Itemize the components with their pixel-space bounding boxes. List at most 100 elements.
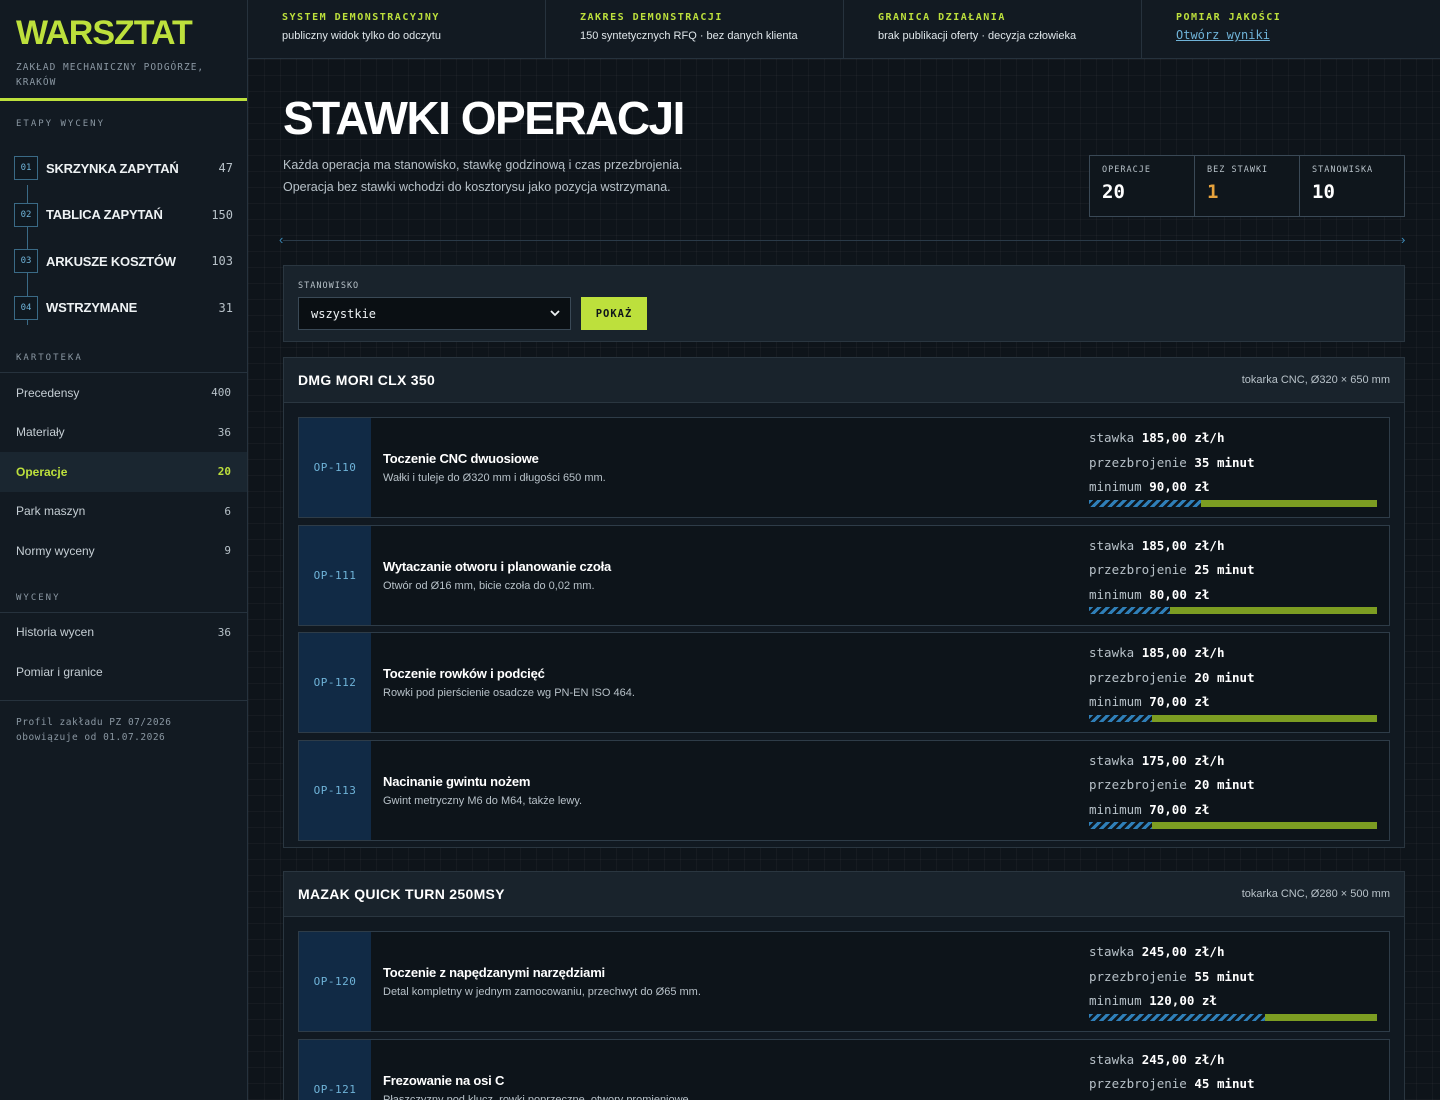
- setup-share-fill: [1089, 499, 1202, 507]
- brand-subtitle: ZAKŁAD MECHANICZNY PODGÓRZE, KRAKÓW: [16, 62, 205, 88]
- operation-title: Toczenie CNC dwuosiowe: [383, 451, 539, 466]
- minimum-label: minimum: [1089, 694, 1142, 709]
- minimum-value: 70,00 zł: [1149, 801, 1210, 817]
- operation-card[interactable]: OP-120 Toczenie z napędzanymi narzędziami…: [298, 931, 1390, 1032]
- minimum-value: 90,00 zł: [1149, 479, 1210, 494]
- setup-share-bar: [1089, 607, 1377, 614]
- sidebar-item-quote-history[interactable]: Historia wycen 36: [0, 613, 247, 653]
- operation-body: Wytaczanie otworu i planowanie czoła Otwó…: [371, 526, 1089, 625]
- filter-panel: STANOWISKO wszystkie POKAŻ: [283, 265, 1405, 342]
- operation-title: Wytaczanie otworu i planowanie czoła: [383, 558, 612, 574]
- nav-count: 36: [217, 425, 231, 439]
- sidebar: WARSZTAT ZAKŁAD MECHANICZNY PODGÓRZE, KR…: [0, 0, 248, 1100]
- rate-label: stawka: [1089, 430, 1135, 445]
- stage-item-inbox[interactable]: 01 SKRZYNKA ZAPYTAŃ 47: [0, 145, 247, 192]
- operation-code: OP-120: [299, 932, 371, 1031]
- stage-label: SKRZYNKA ZAPYTAŃ: [46, 160, 179, 176]
- stage-count: 150: [211, 207, 233, 222]
- rate-line: stawka 245,00 zł/h: [1089, 944, 1377, 969]
- rate-value: 175,00 zł/h: [1141, 752, 1225, 768]
- workstation-name: MAZAK QUICK TURN 250MSY: [298, 886, 505, 902]
- setup-line: przezbrojenie 25 minut: [1089, 562, 1377, 587]
- operation-title: Toczenie rowków i podcięć: [383, 666, 545, 681]
- setup-share-bar: [1089, 499, 1377, 507]
- operation-card[interactable]: OP-113 Nacinanie gwintu nożem Gwint metryc…: [298, 739, 1390, 841]
- stage-count: 47: [218, 161, 233, 176]
- operation-card[interactable]: OP-112 Toczenie rowków i podcięć Rowki pod…: [298, 632, 1390, 733]
- operation-code: OP-121: [299, 1039, 371, 1100]
- minimum-label: minimum: [1089, 993, 1142, 1008]
- sidebar-item-operations[interactable]: Operacje 20: [0, 452, 247, 492]
- info-heading: POMIAR JAKOŚCI: [1176, 12, 1282, 23]
- stage-number: 02: [14, 202, 38, 227]
- operation-description: Rowki pod pierścienie osadcze wg PN-EN I…: [383, 687, 635, 699]
- operation-title: Nacinanie gwintu nożem: [383, 773, 531, 789]
- profile-note: Profil zakładu PZ 07/2026 obowiązuje od …: [0, 701, 247, 759]
- info-text: publiczny widok tylko do odczytu: [282, 30, 441, 42]
- sidebar-item-machines[interactable]: Park maszyn 6: [0, 492, 247, 532]
- setup-value: 55 minut: [1194, 968, 1255, 984]
- profile-line: Profil zakładu PZ 07/2026: [16, 716, 172, 728]
- rate-value: 185,00 zł/h: [1141, 430, 1225, 445]
- setup-label: przezbrojenie: [1089, 968, 1187, 984]
- stat-value: 10: [1312, 181, 1335, 203]
- open-results-link[interactable]: Otwórz wyniki: [1176, 28, 1270, 42]
- setup-line: przezbrojenie 45 minut: [1089, 1076, 1377, 1100]
- stats-panel: OPERACJE 20 BEZ STAWKI 1 STANOWISKA 10: [1089, 155, 1405, 217]
- stage-item-cost-sheets[interactable]: 03 ARKUSZE KOSZTÓW 103: [0, 238, 247, 285]
- brand-title[interactable]: WARSZTAT: [16, 16, 231, 50]
- workstation-header: MAZAK QUICK TURN 250MSY tokarka CNC, Ø280…: [284, 872, 1404, 917]
- setup-line: przezbrojenie 20 minut: [1089, 670, 1377, 695]
- operation-card[interactable]: OP-111 Wytaczanie otworu i planowanie czo…: [298, 524, 1390, 626]
- top-info-bar: SYSTEM DEMONSTRACYJNY publiczny widok ty…: [248, 0, 1440, 59]
- operation-metrics: stawka 175,00 zł/h przezbrojenie 20 minut…: [1089, 741, 1389, 840]
- workstation-group: DMG MORI CLX 350 tokarka CNC, Ø320 × 650 …: [283, 357, 1405, 848]
- operation-metrics: stawka 245,00 zł/h przezbrojenie 55 minut…: [1089, 932, 1389, 1031]
- rate-label: stawka: [1089, 752, 1135, 768]
- sidebar-item-materials[interactable]: Materiały 36: [0, 413, 247, 453]
- operation-title: Frezowanie na osi C: [383, 1072, 505, 1088]
- sidebar-item-measurement[interactable]: Pomiar i granice: [0, 652, 247, 692]
- stage-label: WSTRZYMANE: [46, 300, 138, 316]
- workstation-header: DMG MORI CLX 350 tokarka CNC, Ø320 × 650 …: [284, 358, 1404, 403]
- stage-number: 04: [14, 295, 38, 320]
- rate-label: stawka: [1089, 645, 1135, 660]
- operation-card[interactable]: OP-121 Frezowanie na osi C Płaszczyzny pod…: [298, 1038, 1390, 1100]
- stage-item-board[interactable]: 02 TABLICA ZAPYTAŃ 150: [0, 192, 247, 239]
- workstation-select[interactable]: wszystkie: [298, 297, 571, 330]
- stat-label: STANOWISKA: [1312, 165, 1374, 175]
- workstation-name: DMG MORI CLX 350: [298, 372, 436, 388]
- setup-share-bar: [1089, 822, 1377, 829]
- operation-metrics: stawka 185,00 zł/h przezbrojenie 20 minut…: [1089, 633, 1389, 732]
- info-text: brak publikacji oferty · decyzja człowie…: [878, 30, 1077, 42]
- rate-line: stawka 185,00 zł/h: [1089, 538, 1377, 563]
- minimum-value: 120,00 zł: [1149, 993, 1217, 1008]
- workstation-description: tokarka CNC, Ø280 × 500 mm: [1241, 888, 1390, 900]
- operation-card[interactable]: OP-110 Toczenie CNC dwuosiowe Wałki i tule…: [298, 417, 1390, 518]
- nav-count: 400: [211, 386, 231, 400]
- operation-title: Toczenie z napędzanymi narzędziami: [383, 965, 605, 980]
- info-action-boundary: GRANICA DZIAŁANIA brak publikacji oferty…: [844, 0, 1142, 58]
- minimum-value: 80,00 zł: [1149, 586, 1210, 602]
- setup-line: przezbrojenie 35 minut: [1089, 455, 1377, 480]
- rate-label: stawka: [1089, 944, 1135, 959]
- chevron-down-icon: [550, 310, 560, 317]
- minimum-label: minimum: [1089, 801, 1142, 817]
- show-button[interactable]: POKAŻ: [581, 297, 647, 330]
- profile-date: obowiązuje od 01.07.2026: [16, 731, 166, 743]
- setup-label: przezbrojenie: [1089, 777, 1187, 792]
- setup-value: 25 minut: [1194, 562, 1255, 577]
- stat-value: 20: [1102, 181, 1125, 203]
- minimum-label: minimum: [1089, 586, 1142, 602]
- stat-no-rate: BEZ STAWKI 1: [1195, 156, 1300, 216]
- sidebar-item-precedents[interactable]: Precedensy 400: [0, 373, 247, 413]
- nav-label: Normy wyceny: [16, 543, 95, 558]
- sidebar-item-norms[interactable]: Normy wyceny 9: [0, 531, 247, 571]
- stage-item-on-hold[interactable]: 04 WSTRZYMANE 31: [0, 285, 247, 332]
- setup-line: przezbrojenie 20 minut: [1089, 777, 1377, 802]
- setup-value: 20 minut: [1194, 669, 1255, 685]
- operation-description: Wałki i tuleje do Ø320 mm i długości 650…: [383, 472, 606, 484]
- setup-value: 35 minut: [1194, 454, 1255, 470]
- setup-value: 20 minut: [1194, 777, 1255, 792]
- stat-label: OPERACJE: [1102, 165, 1151, 175]
